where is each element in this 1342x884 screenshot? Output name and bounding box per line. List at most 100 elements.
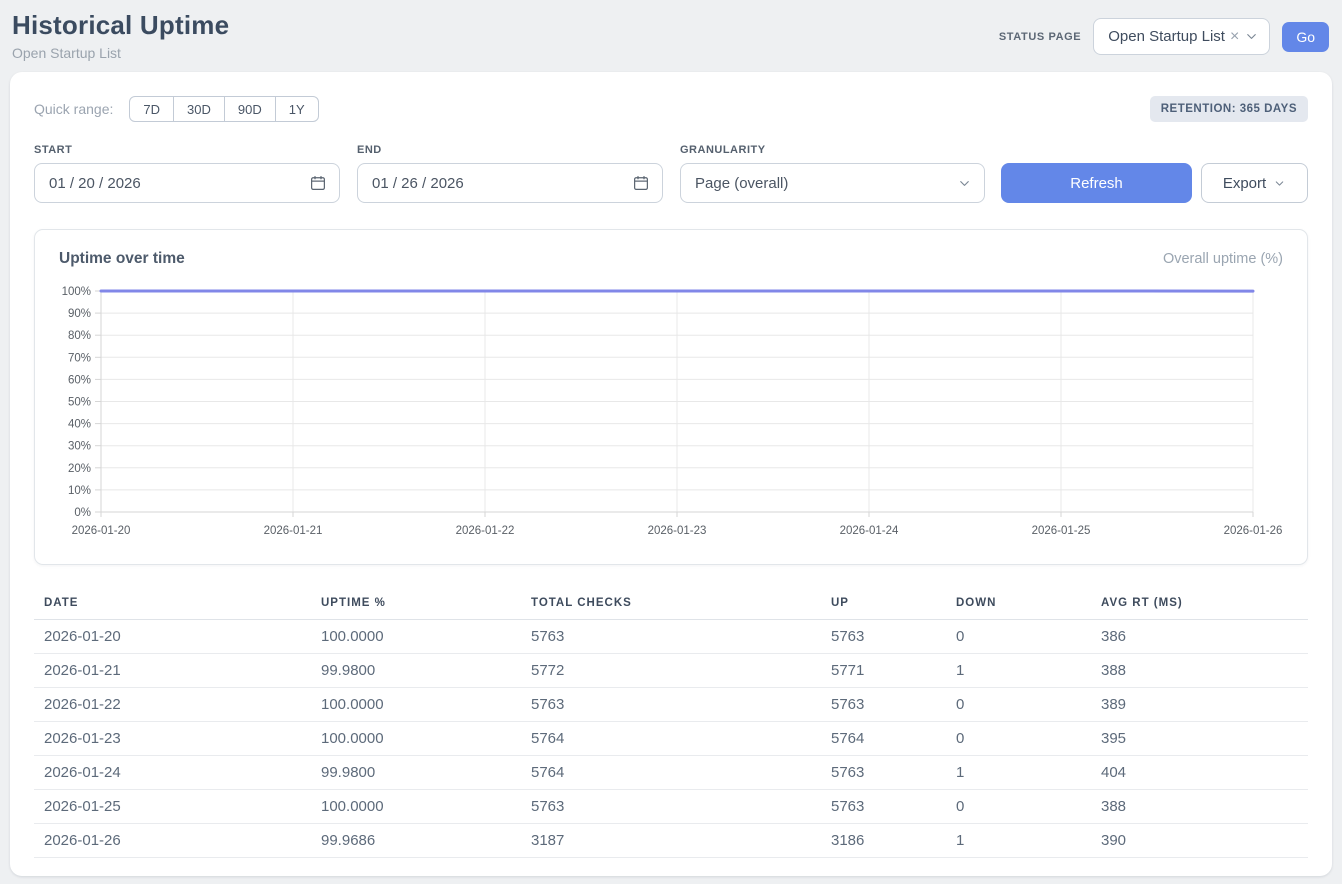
uptime-table: DATEUPTIME %TOTAL CHECKSUPDOWNAVG RT (MS… xyxy=(34,589,1308,858)
table-cell: 1 xyxy=(946,654,1091,688)
table-cell: 5771 xyxy=(821,654,946,688)
table-cell: 390 xyxy=(1091,824,1308,858)
table-cell: 5763 xyxy=(821,790,946,824)
table-row: 2026-01-20100.0000576357630386 xyxy=(34,620,1308,654)
table-cell: 1 xyxy=(946,756,1091,790)
table-row: 2026-01-2699.9686318731861390 xyxy=(34,824,1308,858)
go-button[interactable]: Go xyxy=(1282,22,1329,52)
table-cell: 2026-01-20 xyxy=(34,620,311,654)
svg-text:50%: 50% xyxy=(68,397,91,409)
table-cell: 5763 xyxy=(521,620,821,654)
historical-uptime-page: Historical Uptime Open Startup List STAT… xyxy=(0,0,1342,884)
svg-text:30%: 30% xyxy=(68,441,91,453)
table-cell: 100.0000 xyxy=(311,722,521,756)
end-date-input[interactable]: 01 / 26 / 2026 xyxy=(357,163,663,203)
calendar-icon[interactable] xyxy=(309,174,327,192)
table-row: 2026-01-23100.0000576457640395 xyxy=(34,722,1308,756)
column-header: UP xyxy=(821,589,946,620)
chart-legend: Overall uptime (%) xyxy=(1163,251,1283,267)
table-cell: 388 xyxy=(1091,654,1308,688)
column-header: UPTIME % xyxy=(311,589,521,620)
quick-range-label: Quick range: xyxy=(34,101,113,117)
svg-text:2026-01-25: 2026-01-25 xyxy=(1032,525,1091,537)
start-date-label: START xyxy=(34,144,340,156)
page-subtitle: Open Startup List xyxy=(12,45,229,61)
table-cell: 386 xyxy=(1091,620,1308,654)
table-cell: 100.0000 xyxy=(311,620,521,654)
quick-range-button-1y[interactable]: 1Y xyxy=(275,96,319,122)
filters-row: START 01 / 20 / 2026 END 01 / 26 / 2026 … xyxy=(34,144,1308,203)
table-cell: 5763 xyxy=(521,688,821,722)
svg-text:2026-01-26: 2026-01-26 xyxy=(1224,525,1283,537)
chevron-down-icon xyxy=(957,176,972,191)
table-cell: 100.0000 xyxy=(311,790,521,824)
svg-text:80%: 80% xyxy=(68,330,91,342)
table-cell: 5763 xyxy=(821,688,946,722)
quick-range-button-30d[interactable]: 30D xyxy=(173,96,225,122)
column-header: TOTAL CHECKS xyxy=(521,589,821,620)
table-cell: 0 xyxy=(946,688,1091,722)
quick-range-button-group: 7D30D90D1Y xyxy=(129,96,318,122)
table-cell: 2026-01-25 xyxy=(34,790,311,824)
svg-text:60%: 60% xyxy=(68,374,91,386)
table-cell: 2026-01-22 xyxy=(34,688,311,722)
export-button[interactable]: Export xyxy=(1201,163,1308,203)
table-cell: 5764 xyxy=(521,722,821,756)
quick-range-button-90d[interactable]: 90D xyxy=(224,96,276,122)
granularity-value: Page (overall) xyxy=(695,175,788,192)
table-row: 2026-01-22100.0000576357630389 xyxy=(34,688,1308,722)
table-cell: 5763 xyxy=(821,756,946,790)
end-date-value: 01 / 26 / 2026 xyxy=(372,175,464,192)
svg-text:0%: 0% xyxy=(74,507,91,519)
export-button-label: Export xyxy=(1223,175,1266,192)
svg-text:2026-01-20: 2026-01-20 xyxy=(72,525,131,537)
uptime-chart-card: Uptime over time Overall uptime (%) 0% 10… xyxy=(34,229,1308,565)
calendar-icon[interactable] xyxy=(632,174,650,192)
table-cell: 5763 xyxy=(521,790,821,824)
svg-text:70%: 70% xyxy=(68,352,91,364)
start-date-input[interactable]: 01 / 20 / 2026 xyxy=(34,163,340,203)
column-header: DATE xyxy=(34,589,311,620)
quick-range-button-7d[interactable]: 7D xyxy=(129,96,174,122)
table-cell: 2026-01-26 xyxy=(34,824,311,858)
table-cell: 5764 xyxy=(521,756,821,790)
end-date-label: END xyxy=(357,144,663,156)
svg-text:2026-01-22: 2026-01-22 xyxy=(456,525,515,537)
table-cell: 5772 xyxy=(521,654,821,688)
table-row: 2026-01-2199.9800577257711388 xyxy=(34,654,1308,688)
table-cell: 2026-01-21 xyxy=(34,654,311,688)
end-date-field: END 01 / 26 / 2026 xyxy=(357,144,663,203)
granularity-select[interactable]: Page (overall) xyxy=(680,163,985,203)
table-cell: 3187 xyxy=(521,824,821,858)
svg-text:10%: 10% xyxy=(68,485,91,497)
column-header: AVG RT (MS) xyxy=(1091,589,1308,620)
table-cell: 100.0000 xyxy=(311,688,521,722)
granularity-field: GRANULARITY Page (overall) xyxy=(680,144,985,203)
uptime-line-chart: 0%10%20%30%40%50%60%70%80%90%100%2026-01… xyxy=(55,282,1289,544)
svg-text:2026-01-23: 2026-01-23 xyxy=(648,525,707,537)
table-cell: 0 xyxy=(946,620,1091,654)
chevron-down-icon xyxy=(1244,29,1259,44)
table-cell: 1 xyxy=(946,824,1091,858)
svg-text:100%: 100% xyxy=(62,286,91,298)
title-block: Historical Uptime Open Startup List xyxy=(12,10,229,61)
chart-title: Uptime over time xyxy=(59,250,185,268)
table-cell: 5764 xyxy=(821,722,946,756)
chart-header: Uptime over time Overall uptime (%) xyxy=(55,250,1287,268)
table-row: 2026-01-25100.0000576357630388 xyxy=(34,790,1308,824)
refresh-button[interactable]: Refresh xyxy=(1001,163,1192,203)
status-page-select[interactable]: Open Startup List × xyxy=(1093,18,1270,55)
table-cell: 3186 xyxy=(821,824,946,858)
svg-text:2026-01-24: 2026-01-24 xyxy=(840,525,899,537)
table-cell: 404 xyxy=(1091,756,1308,790)
column-header: DOWN xyxy=(946,589,1091,620)
table-cell: 2026-01-24 xyxy=(34,756,311,790)
table-cell: 0 xyxy=(946,790,1091,824)
table-cell: 5763 xyxy=(821,620,946,654)
granularity-label: GRANULARITY xyxy=(680,144,985,156)
status-page-value: Open Startup List xyxy=(1108,28,1225,45)
table-cell: 395 xyxy=(1091,722,1308,756)
table-cell: 0 xyxy=(946,722,1091,756)
table-header-row: DATEUPTIME %TOTAL CHECKSUPDOWNAVG RT (MS… xyxy=(34,589,1308,620)
clear-selection-icon[interactable]: × xyxy=(1229,29,1240,45)
